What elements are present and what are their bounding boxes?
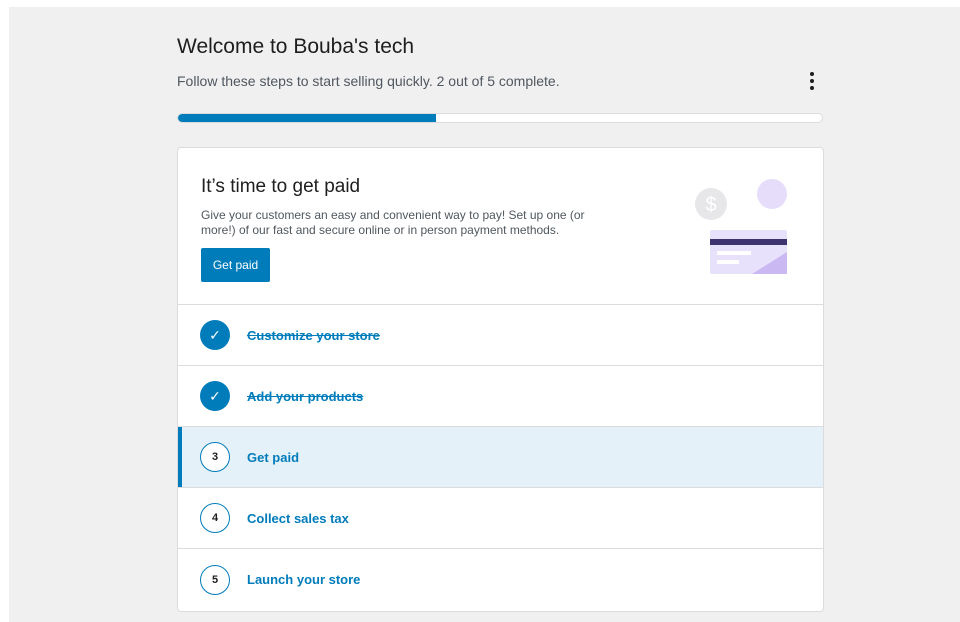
payment-illustration: $ <box>695 179 787 274</box>
task-customize-store[interactable]: ✓ Customize your store <box>178 305 823 366</box>
check-icon: ✓ <box>200 320 230 350</box>
check-icon: ✓ <box>200 381 230 411</box>
hero-description: Give your customers an easy and convenie… <box>201 208 585 237</box>
more-vertical-icon[interactable] <box>804 70 820 92</box>
task-hero: It’s time to get paid Give your customer… <box>178 148 823 305</box>
decorative-circle <box>757 179 787 209</box>
task-label: Add your products <box>247 388 364 404</box>
task-number: 5 <box>200 564 230 595</box>
progress-bar-fill <box>178 114 436 122</box>
task-collect-sales-tax[interactable]: 4 Collect sales tax <box>178 488 823 549</box>
task-label: Customize your store <box>247 327 380 343</box>
progress-bar <box>177 113 823 123</box>
task-label: Launch your store <box>247 572 361 587</box>
task-list-card: It’s time to get paid Give your customer… <box>177 147 824 612</box>
task-label: Get paid <box>247 449 300 465</box>
task-label: Collect sales tax <box>247 510 349 526</box>
task-add-products[interactable]: ✓ Add your products <box>178 366 823 427</box>
hero-title: It’s time to get paid <box>201 176 361 197</box>
page-title: Welcome to Bouba's tech <box>177 35 415 58</box>
svg-text:$: $ <box>705 194 716 216</box>
task-number: 3 <box>200 442 230 472</box>
task-launch-store[interactable]: 5 Launch your store <box>178 549 823 610</box>
task-get-paid[interactable]: 3 Get paid <box>178 427 823 488</box>
task-number: 4 <box>200 503 230 533</box>
get-paid-button[interactable]: Get paid <box>201 248 270 282</box>
page-subtitle: Follow these steps to start selling quic… <box>177 73 560 89</box>
